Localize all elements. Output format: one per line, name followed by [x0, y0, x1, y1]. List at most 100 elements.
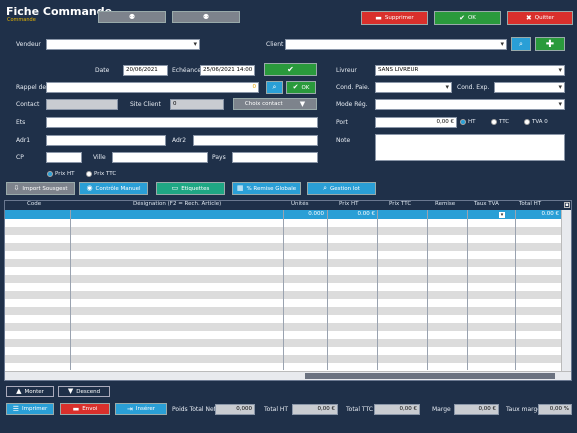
search-client-button[interactable]: ⌕ [511, 37, 531, 51]
grid-menu-icon[interactable]: ▪ [564, 202, 570, 208]
port-ttc-radio[interactable]: TTC [491, 119, 509, 125]
date-input[interactable]: 20/06/2021 [123, 65, 168, 76]
col-divider [515, 210, 516, 370]
mode-reg-select[interactable] [375, 99, 565, 110]
port-ht-label: HT [468, 119, 476, 125]
total-prix-ht: 0.00 € [357, 211, 376, 217]
monter-label: Monter [24, 388, 44, 395]
minus-icon: ▬ [72, 404, 80, 413]
echeance-input[interactable]: 25/06/2021 14:00 [200, 65, 255, 76]
livreur-label: Livreur [336, 67, 357, 74]
port-label: Port [336, 119, 348, 126]
prix-ttc-radio[interactable]: Prix TTC [86, 171, 116, 177]
import-label: Import Sousgest [22, 185, 68, 192]
check-icon: ✔ [292, 83, 299, 91]
port-input[interactable]: 0,00 € [375, 117, 457, 128]
supprimer-button[interactable]: ▬ Supprimer [361, 11, 428, 25]
etiquettes-button[interactable]: ▭ Etiquettes [156, 182, 225, 195]
site-client-label: Site Client [130, 101, 161, 108]
ets-input[interactable] [46, 117, 318, 128]
col-header-remise: Remise [435, 201, 465, 210]
ets-label: Ets [16, 119, 26, 126]
total-ht-label: Total HT [264, 406, 289, 413]
poids-total-value: 0,000 [215, 404, 255, 415]
contact-input[interactable] [46, 99, 118, 110]
people-button-1[interactable]: ⚉ [98, 11, 166, 23]
col-header-taux-tva: Taux TVA [474, 201, 504, 210]
col-divider [70, 210, 71, 370]
inserer-button[interactable]: ⇥ Insérer [115, 403, 167, 415]
col-divider [467, 210, 468, 370]
adr1-label: Adr1 [16, 137, 31, 144]
remise-globale-button[interactable]: ▦% Remise Globale [232, 182, 301, 195]
client-select[interactable] [285, 39, 507, 50]
contact-label: Contact [16, 101, 40, 108]
note-textarea[interactable] [375, 134, 565, 161]
gestion-lot-button[interactable]: ⌕ Gestion lot [307, 182, 376, 195]
ok-devis-label: OK [301, 84, 310, 91]
note-label: Note [336, 137, 351, 144]
marge-value: 0,00 € [454, 404, 499, 415]
radio-dot [86, 171, 92, 177]
imprimer-button[interactable]: ☰ Imprimer [6, 403, 54, 415]
adr1-input[interactable] [46, 135, 166, 146]
imprimer-label: Imprimer [22, 406, 48, 412]
import-sousgest-button[interactable]: ⇩ Import Sousgest [6, 182, 75, 195]
choix-contact-label: Choix contact [244, 101, 283, 107]
cond-exp-label: Cond. Exp. [457, 84, 490, 91]
ok-devis-button[interactable]: ✔ OK [286, 81, 316, 94]
ville-input[interactable] [112, 152, 208, 163]
controle-manuel-button[interactable]: ◉ Contrôle Manuel [79, 182, 148, 195]
prix-ht-radio[interactable]: Prix HT [47, 171, 75, 177]
taux-marge-value: 0,00 % [538, 404, 572, 415]
col-header-prix-ht: Prix HT [339, 201, 369, 210]
total-total-ht: 0.00 € [541, 211, 560, 217]
tva-dropdown-icon[interactable]: ▾ [499, 212, 505, 218]
port-ht-radio[interactable]: HT [460, 119, 476, 125]
cond-exp-select[interactable] [494, 82, 565, 93]
adr2-input[interactable] [193, 135, 318, 146]
horizontal-scroll-thumb[interactable] [305, 373, 555, 379]
chevron-down-icon: ▼ [299, 99, 306, 108]
total-ttc-value: 0,00 € [374, 404, 420, 415]
livreur-select[interactable]: SANS LIVREUR [375, 65, 565, 76]
choix-contact-button[interactable]: Choix contact ▼ [233, 98, 317, 110]
port-tva-radio[interactable]: TVA 0 [524, 119, 548, 125]
marge-label: Marge [432, 406, 451, 413]
envoi-button[interactable]: ▬ Envoi [60, 403, 110, 415]
vertical-scrollbar[interactable] [561, 210, 571, 371]
radio-dot [460, 119, 466, 125]
cond-paie-select[interactable] [375, 82, 452, 93]
label-icon: ▭ [171, 184, 179, 192]
add-client-button[interactable]: ✚ [535, 37, 565, 51]
pays-input[interactable] [232, 152, 318, 163]
horizontal-scrollbar[interactable] [5, 371, 571, 380]
search-icon: ⌕ [519, 39, 523, 48]
plus-icon: ✚ [545, 38, 555, 50]
minus-icon: ▬ [375, 13, 382, 22]
search-icon: ⌕ [272, 83, 277, 91]
validate-date-button[interactable]: ✔ [264, 63, 317, 76]
inserer-label: Insérer [135, 406, 156, 412]
col-header-designation: Désignation (F2 = Rech. Article) [133, 201, 283, 210]
cp-input[interactable] [46, 152, 82, 163]
vendeur-select[interactable] [46, 39, 200, 50]
order-lines-grid[interactable]: Code Désignation (F2 = Rech. Article) Un… [4, 200, 572, 381]
quitter-button[interactable]: ✖ Quitter [507, 11, 573, 25]
col-header-prix-ttc: Prix TTC [389, 201, 419, 210]
total-ht-value: 0,00 € [292, 404, 338, 415]
page-subtitle: Commande [7, 17, 36, 23]
people-icon: ⚉ [128, 12, 136, 21]
search-devis-button[interactable]: ⌕ [266, 81, 283, 94]
col-divider [427, 210, 428, 370]
check-icon: ✔ [459, 13, 465, 22]
site-client-input[interactable]: 0 [170, 99, 224, 110]
date-label: Date [95, 67, 110, 74]
monter-button[interactable]: ▲ Monter [6, 386, 54, 397]
port-ttc-label: TTC [499, 119, 510, 125]
descend-button[interactable]: ▼ Descend [58, 386, 110, 397]
people-button-2[interactable]: ⚉ [172, 11, 240, 23]
eye-icon: ◉ [86, 184, 93, 192]
rappel-devis-input[interactable]: 0 [46, 82, 259, 93]
ok-button[interactable]: ✔ OK [434, 11, 501, 25]
